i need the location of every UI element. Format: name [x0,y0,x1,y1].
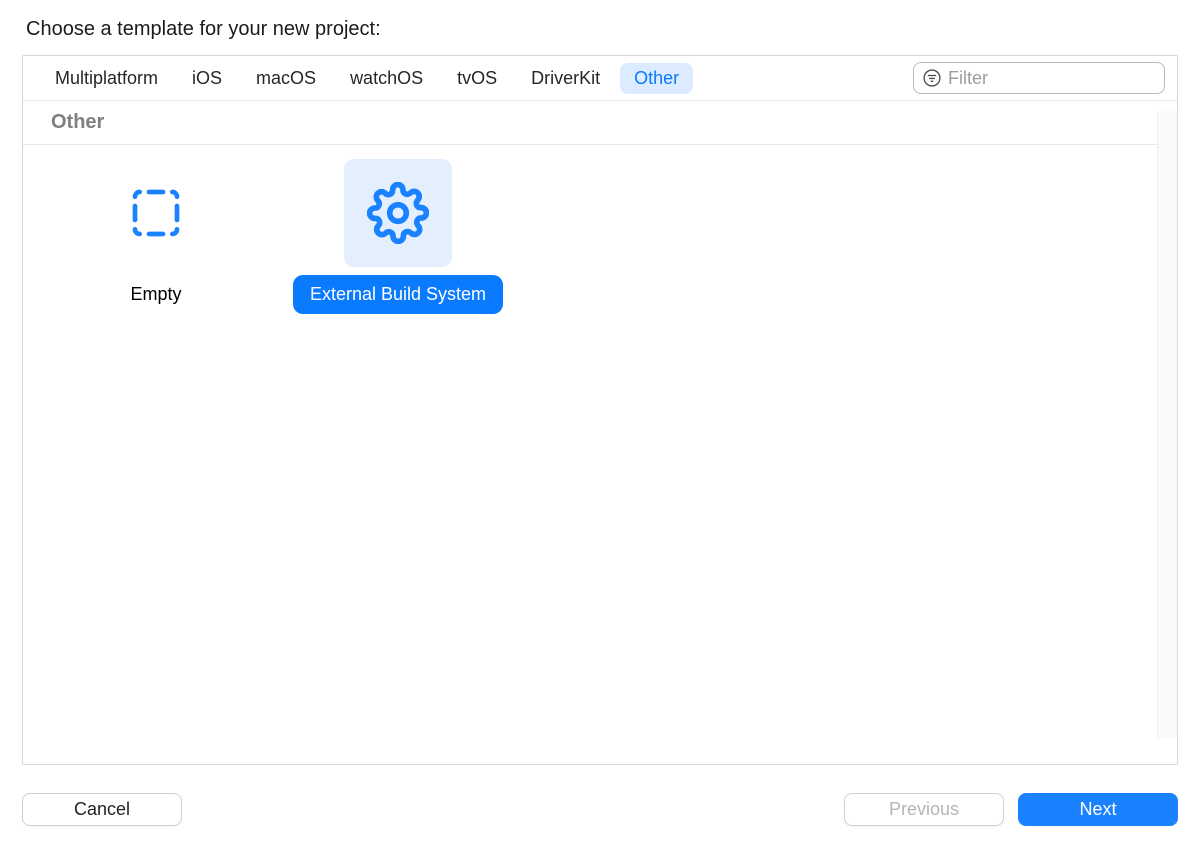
scrollbar-track[interactable] [1157,111,1177,738]
tab-watchos[interactable]: watchOS [336,63,437,94]
platform-tabbar: Multiplatform iOS macOS watchOS tvOS Dri… [23,56,1177,101]
filter-input[interactable] [948,68,1178,89]
template-item-external-build-system[interactable]: External Build System [293,159,503,750]
tab-driverkit[interactable]: DriverKit [517,63,614,94]
template-label: External Build System [293,275,503,314]
next-button[interactable]: Next [1018,793,1178,826]
dashed-square-icon [102,159,210,267]
filter-icon [922,68,942,88]
section-title: Other [23,101,1177,145]
previous-button[interactable]: Previous [844,793,1004,826]
template-grid: Empty External Build System [23,145,1177,764]
cancel-button[interactable]: Cancel [22,793,182,826]
tab-other[interactable]: Other [620,63,693,94]
gear-icon [344,159,452,267]
tab-macos[interactable]: macOS [242,63,330,94]
tab-multiplatform[interactable]: Multiplatform [41,63,172,94]
template-panel: Multiplatform iOS macOS watchOS tvOS Dri… [22,55,1178,765]
dialog-footer: Cancel Previous Next [22,793,1178,826]
tab-tvos[interactable]: tvOS [443,63,511,94]
filter-field[interactable] [913,62,1165,94]
template-item-empty[interactable]: Empty [51,159,261,750]
tab-ios[interactable]: iOS [178,63,236,94]
template-label: Empty [116,275,196,314]
page-title: Choose a template for your new project: [26,18,1178,41]
